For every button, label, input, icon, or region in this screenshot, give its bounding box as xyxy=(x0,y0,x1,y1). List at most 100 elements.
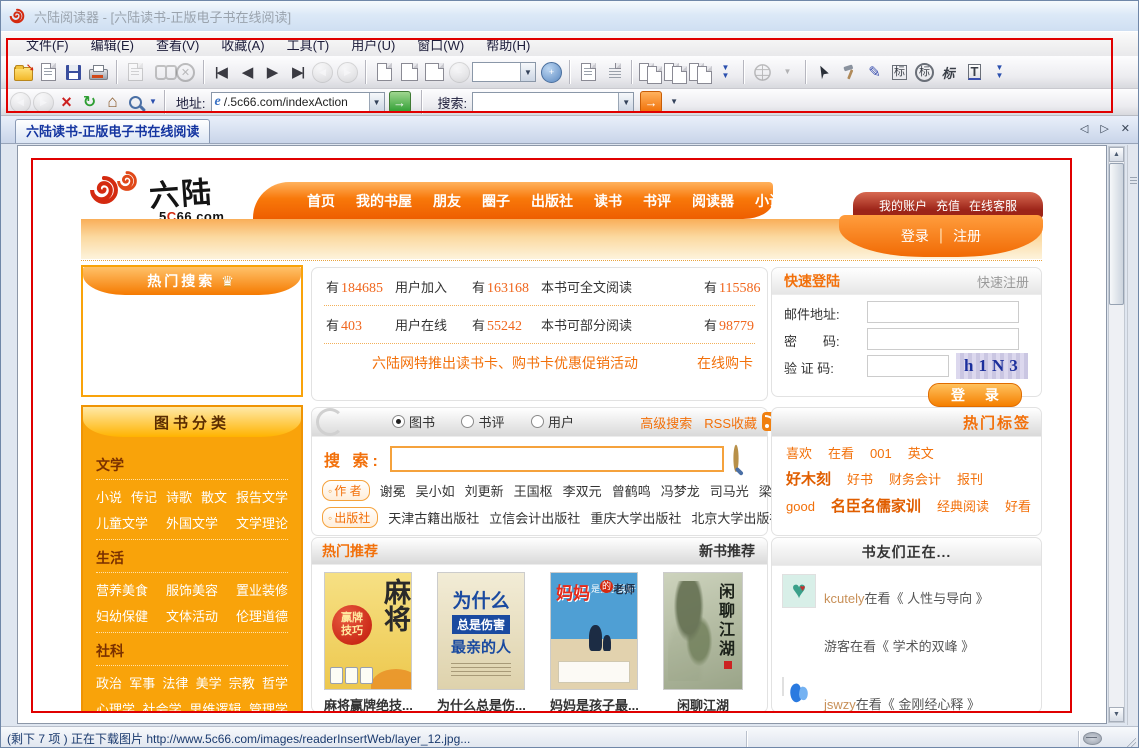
last-page-icon[interactable]: ▶| xyxy=(285,60,310,85)
home-icon[interactable]: ⌂ xyxy=(101,92,124,113)
publisher-tag-button[interactable]: 出版社 xyxy=(322,507,378,528)
category-link[interactable]: 散文 xyxy=(201,487,227,506)
scroll-up-icon[interactable]: ▲ xyxy=(1109,147,1124,162)
author-link[interactable]: 李双元 xyxy=(563,481,602,500)
book-cover[interactable]: 妈妈 是孩子最好 的 老师 xyxy=(550,572,638,690)
address-dropdown-icon[interactable]: ▼ xyxy=(369,93,384,111)
text-note-icon[interactable]: T xyxy=(962,60,987,85)
book-cover[interactable]: 闲聊江湖 xyxy=(663,572,743,690)
nav-link[interactable]: 阅读器 xyxy=(692,191,734,211)
book-title[interactable]: 妈妈是孩子最... xyxy=(550,695,638,713)
address-value[interactable]: /.5c66.com/indexAction xyxy=(224,95,348,109)
buy-card-link[interactable]: 在线购卡 xyxy=(697,353,753,373)
author-link[interactable]: 曾鹤鸣 xyxy=(612,481,651,500)
new-books-link[interactable]: 新书推荐 xyxy=(699,541,755,561)
category-link[interactable]: 政治 xyxy=(96,673,122,692)
login-link[interactable]: 登录 xyxy=(901,226,929,246)
advanced-search-link[interactable]: 高级搜索 xyxy=(640,413,692,432)
hammer-tool-icon[interactable] xyxy=(837,60,862,85)
address-go-button[interactable]: → xyxy=(389,91,411,113)
category-link[interactable]: 军事 xyxy=(129,673,155,692)
zoom-combo[interactable]: ▼ xyxy=(472,62,536,82)
menu-item[interactable]: 文件(F) xyxy=(15,33,80,56)
splitter-grip[interactable] xyxy=(1130,177,1137,185)
radio-books-label[interactable]: 图书 xyxy=(409,415,435,430)
publisher-link[interactable]: 天津古籍出版社 xyxy=(388,508,479,527)
account-link[interactable]: 在线客服 xyxy=(969,197,1017,214)
annotate-overflow-icon[interactable]: ▼▼ xyxy=(987,60,1012,85)
tag-link[interactable]: 报刊 xyxy=(957,469,983,488)
nav-link[interactable]: 书评 xyxy=(643,191,671,211)
first-page-icon[interactable]: |◀ xyxy=(210,60,235,85)
web-search-combo[interactable]: ▼ xyxy=(472,92,634,112)
search-options-icon[interactable]: ▼ xyxy=(670,98,678,106)
tag-link[interactable]: 好看 xyxy=(1005,496,1031,515)
tag-link[interactable]: 名臣名儒家训 xyxy=(831,495,921,516)
category-link[interactable]: 外国文学 xyxy=(166,513,218,532)
category-link[interactable]: 心理学 xyxy=(96,699,135,713)
layout-single-icon[interactable] xyxy=(576,60,601,85)
scroll-down-icon[interactable]: ▼ xyxy=(1109,707,1124,722)
author-link[interactable]: 吴小如 xyxy=(416,481,455,500)
author-tag-button[interactable]: 作 者 xyxy=(322,480,370,501)
tag-link[interactable]: 英文 xyxy=(908,443,934,462)
nav-link[interactable]: 圈子 xyxy=(482,191,510,211)
radio-books[interactable] xyxy=(392,415,405,428)
publisher-link[interactable]: 立信会计出版社 xyxy=(489,508,580,527)
category-link[interactable]: 美学 xyxy=(196,673,222,692)
layout-continuous-icon[interactable] xyxy=(601,60,626,85)
tag-link[interactable]: 好木刻 xyxy=(786,468,831,489)
category-group-heading[interactable]: 社科 xyxy=(96,641,288,661)
zoom-in-icon[interactable]: + xyxy=(539,60,564,85)
password-field[interactable] xyxy=(867,328,1019,350)
refresh-icon[interactable]: ↻ xyxy=(78,92,101,113)
menu-item[interactable]: 工具(T) xyxy=(276,33,341,56)
reader-avatar-heart[interactable]: ♥ xyxy=(782,574,816,608)
category-link[interactable]: 伦理道德 xyxy=(236,606,288,625)
radio-reviews[interactable] xyxy=(461,415,474,428)
captcha-field[interactable] xyxy=(867,355,949,377)
category-link[interactable]: 宗教 xyxy=(229,673,255,692)
category-link[interactable]: 营养美食 xyxy=(96,580,148,599)
tab-close-icon[interactable]: ✕ xyxy=(1121,122,1130,135)
prev-page-icon[interactable]: ◀ xyxy=(235,60,260,85)
category-link[interactable]: 文学理论 xyxy=(236,513,288,532)
category-link[interactable]: 社会学 xyxy=(143,699,182,713)
nav-link[interactable]: 我的书屋 xyxy=(356,191,412,211)
page-view-icon[interactable] xyxy=(372,60,397,85)
category-link[interactable]: 服饰美容 xyxy=(166,580,218,599)
menu-item[interactable]: 窗口(W) xyxy=(406,33,475,56)
category-link[interactable]: 妇幼保健 xyxy=(96,606,148,625)
publisher-link[interactable]: 重庆大学出版社 xyxy=(590,508,681,527)
radio-users-label[interactable]: 用户 xyxy=(548,415,574,430)
book-title[interactable]: 麻将赢牌绝技... xyxy=(324,695,412,713)
insert-page-icon[interactable] xyxy=(663,60,688,85)
tag-link[interactable]: 在看 xyxy=(828,443,854,462)
toolbar-overflow-icon[interactable]: ▼▼ xyxy=(713,60,738,85)
select-cursor-icon[interactable] xyxy=(812,60,837,85)
category-link[interactable]: 管理学 xyxy=(249,699,288,713)
page-fit-icon[interactable] xyxy=(397,60,422,85)
register-link[interactable]: 注册 xyxy=(953,226,981,246)
rss-collect-link[interactable]: RSS收藏 xyxy=(704,413,757,432)
menu-item[interactable]: 编辑(E) xyxy=(80,33,145,56)
print-icon[interactable] xyxy=(86,60,111,85)
author-link[interactable]: 司马光 xyxy=(710,481,749,500)
category-link[interactable]: 报告文学 xyxy=(236,487,288,506)
replace-page-icon[interactable] xyxy=(688,60,713,85)
menu-item[interactable]: 收藏(A) xyxy=(210,33,275,56)
search-dropdown-icon[interactable]: ▼ xyxy=(618,93,633,111)
reader-activity[interactable]: 游客在看《 学术的双峰 》 xyxy=(824,636,974,655)
save-icon[interactable] xyxy=(61,60,86,85)
nav-link[interactable]: 小说网 xyxy=(755,191,797,211)
category-link[interactable]: 哲学 xyxy=(262,673,288,692)
book-cover[interactable]: 麻将 赢牌技巧 xyxy=(324,572,412,690)
author-link[interactable]: 王国枢 xyxy=(514,481,553,500)
scrollbar-thumb[interactable] xyxy=(1109,163,1124,305)
category-link[interactable]: 传记 xyxy=(131,487,157,506)
nav-link[interactable]: 朋友 xyxy=(433,191,461,211)
category-link[interactable]: 文体活动 xyxy=(166,606,218,625)
nav-link[interactable]: 首页 xyxy=(307,191,335,211)
site-search-input[interactable] xyxy=(390,446,724,472)
address-combo[interactable]: e /.5c66.com/indexAction ▼ xyxy=(211,92,385,112)
